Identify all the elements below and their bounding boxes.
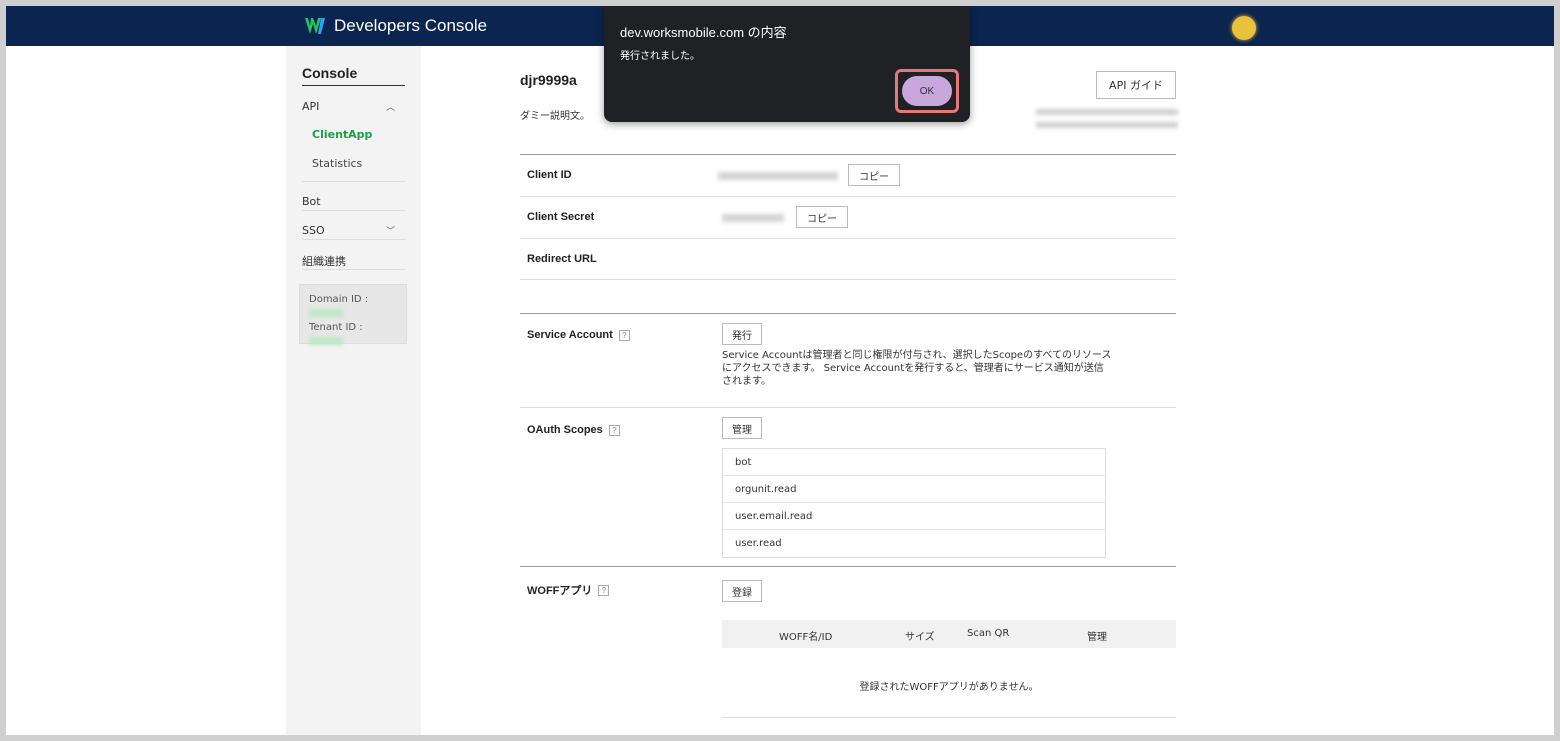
oauth-scopes-label: OAuth Scopes ? (527, 424, 620, 436)
ok-button[interactable]: OK (902, 76, 952, 106)
brand[interactable]: Developers Console (304, 15, 487, 37)
alert-dialog: dev.worksmobile.com の内容 発行されました。 OK (604, 6, 970, 122)
divider (520, 154, 1176, 155)
column-header: サイズ (905, 632, 935, 643)
chevron-down-icon: ﹀ (385, 227, 395, 237)
tenant-id-value (309, 337, 343, 345)
list-item: user.email.read (723, 503, 1105, 530)
help-icon[interactable]: ? (618, 329, 630, 341)
chevron-up-icon: ︿ (385, 103, 395, 113)
app-name: djr9999a (520, 72, 577, 88)
list-item: user.read (735, 538, 782, 549)
divider (302, 269, 405, 270)
service-account-description: Service Accountは管理者と同じ権限が付与され、選択したScopeの… (722, 350, 1112, 387)
owner-info (1036, 109, 1178, 135)
sidebar-item-api[interactable]: API ︿ (302, 100, 405, 113)
scope-list: bot orgunit.read user.email.read user.re… (722, 448, 1106, 558)
sidebar-item-label: Bot (302, 195, 321, 208)
help-icon[interactable]: ? (598, 584, 610, 596)
copy-client-id-button[interactable]: コピー (848, 164, 900, 186)
sidebar-item-sso[interactable]: SSO ﹀ (302, 224, 405, 237)
sidebar-item-org-link[interactable]: 組織連携 (302, 253, 405, 269)
divider (302, 210, 405, 211)
issue-button[interactable]: 発行 (722, 323, 762, 345)
register-woff-button[interactable]: 登録 (722, 580, 762, 602)
service-account-label: Service Account ? (527, 329, 630, 341)
list-item: bot (723, 449, 1105, 476)
browser-viewport: Developers Console Console API ︿ ClientA… (6, 6, 1554, 735)
sidebar-item-label: SSO (302, 224, 325, 237)
divider (520, 407, 1176, 408)
works-logo-icon (305, 18, 325, 34)
column-header: Scan QR (967, 628, 1010, 639)
client-id-value (718, 172, 838, 180)
divider (302, 181, 405, 182)
sidebar: Console API ︿ ClientApp Statistics Bot S… (286, 46, 421, 735)
divider (722, 717, 1176, 718)
divider (520, 313, 1176, 314)
domain-info-box: Domain ID : Tenant ID : (299, 284, 407, 345)
app-description: ダミー説明文。 (520, 111, 590, 122)
brand-title: Developers Console (334, 16, 488, 35)
sidebar-item-statistics[interactable]: Statistics (312, 157, 362, 170)
woff-empty-message: 登録されたWOFFアプリがありません。 (859, 682, 1039, 693)
woff-apps-label: WOFFアプリ ? (527, 582, 610, 598)
divider (520, 196, 1176, 197)
column-header: 管理 (1087, 632, 1107, 643)
redirect-url-label: Redirect URL (527, 253, 597, 265)
sidebar-title: Console (302, 65, 405, 86)
list-item: orgunit.read (723, 476, 1105, 503)
tenant-id-label: Tenant ID : (309, 322, 363, 333)
client-secret-value (722, 214, 784, 222)
sidebar-item-bot[interactable]: Bot (302, 195, 405, 208)
divider (520, 279, 1176, 280)
manage-scopes-button[interactable]: 管理 (722, 417, 762, 439)
sidebar-item-label: API (302, 100, 320, 113)
client-secret-label: Client Secret (527, 211, 595, 223)
domain-id-label: Domain ID : (309, 294, 369, 305)
divider (520, 238, 1176, 239)
avatar[interactable] (1232, 16, 1256, 40)
dialog-title: dev.worksmobile.com の内容 (620, 25, 787, 40)
divider (520, 566, 1176, 567)
dialog-message: 発行されました。 (620, 51, 700, 62)
sidebar-item-label: 組織連携 (302, 255, 346, 268)
divider (302, 239, 405, 240)
domain-id-value (309, 309, 343, 317)
copy-client-secret-button[interactable]: コピー (796, 206, 848, 228)
api-guide-button[interactable]: API ガイド (1096, 71, 1176, 99)
client-id-label: Client ID (527, 169, 572, 181)
column-header: WOFF名/ID (779, 632, 833, 643)
help-icon[interactable]: ? (608, 424, 620, 436)
sidebar-item-clientapp[interactable]: ClientApp (312, 128, 372, 141)
woff-table-header: WOFF名/ID サイズ Scan QR 管理 (722, 620, 1176, 648)
